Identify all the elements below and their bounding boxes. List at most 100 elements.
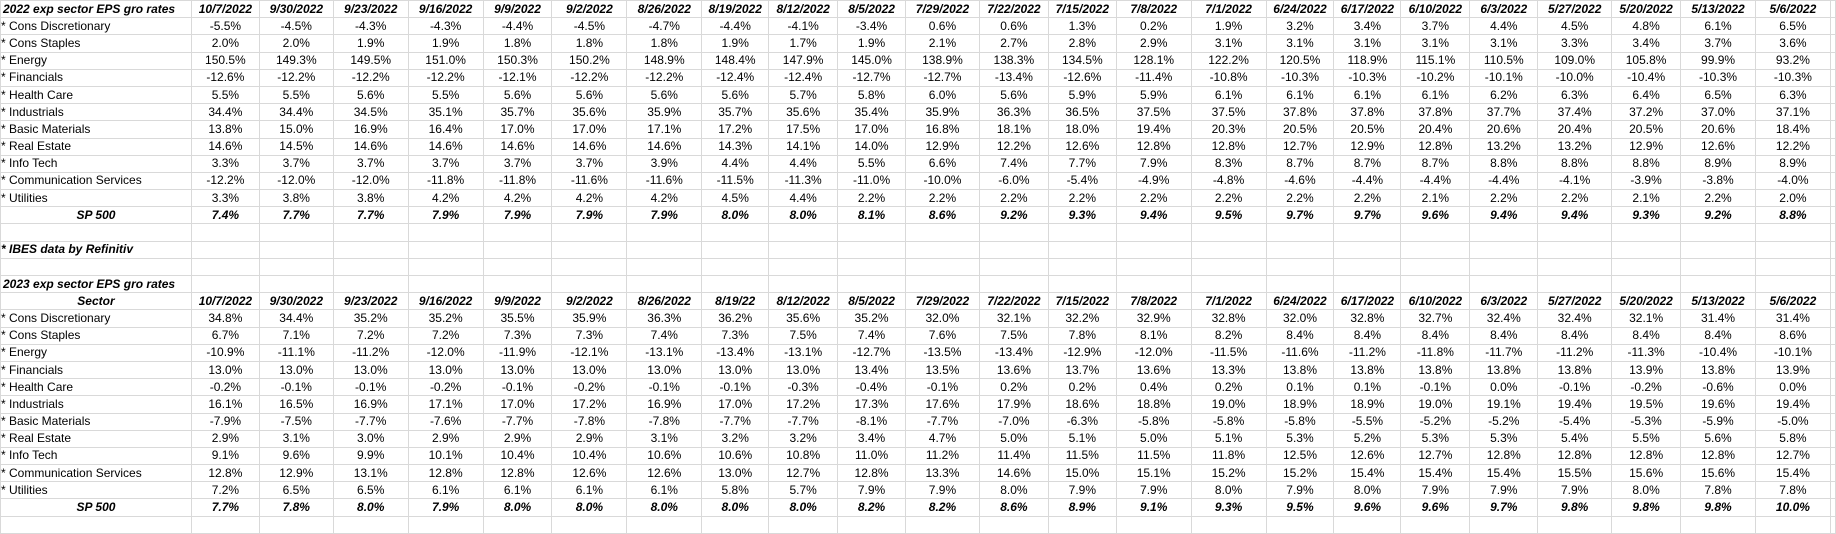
- value-cell[interactable]: -5.5%: [190, 17, 260, 36]
- value-cell[interactable]: 5.5%: [258, 85, 334, 105]
- empty-cell[interactable]: [1333, 274, 1402, 294]
- empty-cell[interactable]: [1469, 240, 1539, 259]
- value-cell[interactable]: 2.8%: [1047, 34, 1117, 53]
- value-cell[interactable]: 3.9%: [626, 154, 703, 173]
- value-cell[interactable]: 9.9%: [332, 446, 409, 466]
- sector-label[interactable]: * Energy: [0, 51, 192, 70]
- value-cell[interactable]: 12.8%: [1190, 137, 1267, 156]
- value-cell[interactable]: 4.5%: [701, 189, 770, 208]
- value-cell[interactable]: 7.2%: [332, 326, 409, 345]
- value-cell[interactable]: -0.1%: [1537, 378, 1613, 397]
- value-cell[interactable]: 31.4%: [1754, 309, 1831, 328]
- sp500-value-cell[interactable]: 8.0%: [768, 206, 839, 225]
- empty-cell[interactable]: [1047, 274, 1117, 294]
- value-cell[interactable]: 5.5%: [407, 85, 484, 105]
- date-header[interactable]: 7/8/2022: [1115, 292, 1192, 311]
- value-cell[interactable]: -5.4%: [1537, 412, 1613, 431]
- value-cell[interactable]: 34.4%: [190, 103, 260, 122]
- value-cell[interactable]: 16.9%: [332, 395, 409, 414]
- value-cell[interactable]: 32.1%: [1611, 309, 1682, 328]
- empty-cell[interactable]: [190, 240, 260, 259]
- date-header[interactable]: 9/16/2022: [407, 292, 484, 311]
- value-cell[interactable]: 5.0%: [1115, 429, 1192, 448]
- sp500-value-cell[interactable]: 9.7%: [1265, 206, 1335, 225]
- value-cell[interactable]: 6.1%: [1190, 85, 1267, 105]
- empty-cell[interactable]: [1829, 412, 1836, 431]
- value-cell[interactable]: 2.2%: [1115, 189, 1192, 208]
- empty-cell[interactable]: [1829, 274, 1836, 294]
- value-cell[interactable]: 32.4%: [1469, 309, 1539, 328]
- value-cell[interactable]: 32.4%: [1537, 309, 1613, 328]
- value-cell[interactable]: 7.8%: [1754, 481, 1831, 500]
- date-header[interactable]: 6/17/2022: [1333, 292, 1402, 311]
- value-cell[interactable]: 3.8%: [258, 189, 334, 208]
- value-cell[interactable]: 12.8%: [1400, 137, 1471, 156]
- value-cell[interactable]: -3.4%: [837, 17, 907, 36]
- value-cell[interactable]: 7.4%: [837, 326, 907, 345]
- value-cell[interactable]: 1.9%: [701, 34, 770, 53]
- value-cell[interactable]: 17.0%: [551, 120, 628, 139]
- date-header[interactable]: 7/1/2022: [1190, 292, 1267, 311]
- value-cell[interactable]: 3.1%: [1333, 34, 1402, 53]
- value-cell[interactable]: 3.8%: [332, 189, 409, 208]
- value-cell[interactable]: 3.2%: [1265, 17, 1335, 36]
- value-cell[interactable]: 5.6%: [482, 85, 553, 105]
- sp500-value-cell[interactable]: 9.3%: [1611, 206, 1682, 225]
- date-header[interactable]: 7/22/2022: [978, 0, 1049, 19]
- value-cell[interactable]: 14.1%: [768, 137, 839, 156]
- value-cell[interactable]: 12.7%: [1265, 137, 1335, 156]
- value-cell[interactable]: 20.5%: [1611, 120, 1682, 139]
- value-cell[interactable]: -0.2%: [551, 378, 628, 397]
- sp500-value-cell[interactable]: 8.1%: [837, 206, 907, 225]
- empty-cell[interactable]: [1537, 223, 1613, 242]
- value-cell[interactable]: 8.0%: [978, 481, 1049, 500]
- empty-cell[interactable]: [1829, 206, 1836, 225]
- value-cell[interactable]: 7.9%: [1400, 481, 1471, 500]
- value-cell[interactable]: 31.4%: [1680, 309, 1756, 328]
- empty-cell[interactable]: [1190, 274, 1267, 294]
- date-header[interactable]: 5/6/2022: [1754, 0, 1831, 19]
- value-cell[interactable]: -12.2%: [551, 68, 628, 87]
- value-cell[interactable]: 11.5%: [1047, 446, 1117, 466]
- empty-cell[interactable]: [482, 240, 553, 259]
- date-header[interactable]: 8/12/2022: [768, 292, 839, 311]
- value-cell[interactable]: 17.9%: [978, 395, 1049, 414]
- value-cell[interactable]: 35.2%: [407, 309, 484, 328]
- value-cell[interactable]: 6.1%: [1333, 85, 1402, 105]
- value-cell[interactable]: 0.4%: [1115, 378, 1192, 397]
- value-cell[interactable]: 1.9%: [332, 34, 409, 53]
- value-cell[interactable]: 0.2%: [1190, 378, 1267, 397]
- value-cell[interactable]: 13.0%: [701, 464, 770, 483]
- value-cell[interactable]: 8.7%: [1265, 154, 1335, 173]
- value-cell[interactable]: 35.6%: [551, 103, 628, 122]
- sp500-value-cell[interactable]: 9.2%: [978, 206, 1049, 225]
- empty-cell[interactable]: [1469, 515, 1539, 534]
- value-cell[interactable]: -12.7%: [837, 343, 907, 362]
- value-cell[interactable]: -4.4%: [1333, 171, 1402, 191]
- value-cell[interactable]: 14.6%: [551, 137, 628, 156]
- value-cell[interactable]: -5.0%: [1754, 412, 1831, 431]
- empty-cell[interactable]: [1333, 257, 1402, 277]
- empty-cell[interactable]: [768, 223, 839, 242]
- date-header[interactable]: 7/29/2022: [905, 0, 980, 19]
- value-cell[interactable]: 3.7%: [551, 154, 628, 173]
- value-cell[interactable]: 36.3%: [626, 309, 703, 328]
- value-cell[interactable]: 32.0%: [1265, 309, 1335, 328]
- value-cell[interactable]: 149.5%: [332, 51, 409, 70]
- value-cell[interactable]: -13.1%: [768, 343, 839, 362]
- sector-label[interactable]: * Utilities: [0, 481, 192, 500]
- value-cell[interactable]: 3.2%: [701, 429, 770, 448]
- value-cell[interactable]: 32.1%: [978, 309, 1049, 328]
- empty-cell[interactable]: [837, 257, 907, 277]
- value-cell[interactable]: -12.4%: [701, 68, 770, 87]
- value-cell[interactable]: 138.9%: [905, 51, 980, 70]
- value-cell[interactable]: 148.4%: [701, 51, 770, 70]
- value-cell[interactable]: 5.6%: [1680, 429, 1756, 448]
- value-cell[interactable]: 12.6%: [1680, 137, 1756, 156]
- empty-cell[interactable]: [332, 223, 409, 242]
- empty-cell[interactable]: [482, 223, 553, 242]
- value-cell[interactable]: 17.0%: [837, 120, 907, 139]
- value-cell[interactable]: 18.4%: [1754, 120, 1831, 139]
- value-cell[interactable]: 2.2%: [1680, 189, 1756, 208]
- value-cell[interactable]: 12.6%: [626, 464, 703, 483]
